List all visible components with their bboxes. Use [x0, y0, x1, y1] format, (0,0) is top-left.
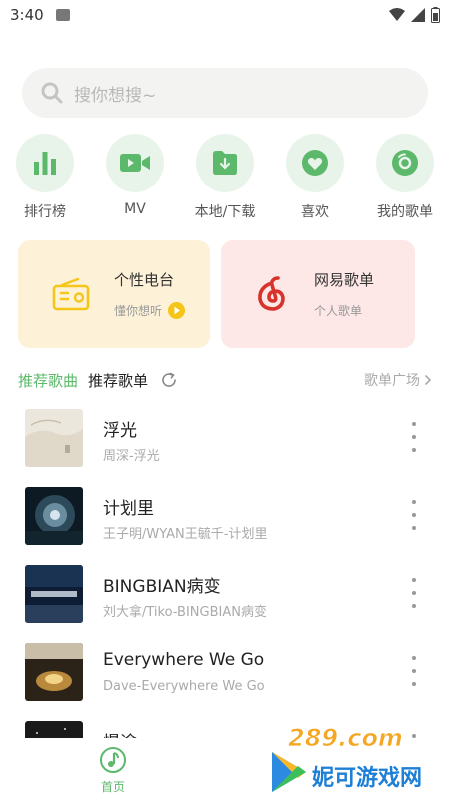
quick-action-mv[interactable]: MV: [95, 134, 175, 217]
song-title: BINGBIAN病变: [103, 577, 221, 597]
radio-card-subtitle: 懂你想听: [114, 302, 186, 319]
search-placeholder: 搜你想搜~: [74, 85, 157, 106]
search-bar[interactable]: 搜你想搜~: [22, 68, 428, 118]
quick-action-local[interactable]: 本地/下载: [185, 134, 265, 221]
tab-recommended-songs[interactable]: 推荐歌曲: [18, 370, 78, 391]
quick-action-label: 本地/下载: [194, 204, 256, 220]
playlist-card-subtitle: 个人歌单: [314, 304, 363, 318]
quick-action-charts[interactable]: 排行榜: [5, 134, 85, 221]
recommend-tabs: 推荐歌曲 推荐歌单 歌单广场: [18, 368, 432, 392]
status-bar: 3:40: [0, 0, 450, 30]
song-artist: Dave-Everywhere We Go: [103, 679, 265, 694]
chevron-right-icon: [424, 374, 432, 386]
refresh-icon: [162, 372, 176, 387]
more-options-icon[interactable]: [406, 500, 422, 530]
wifi-icon: [389, 8, 405, 21]
bar-chart-icon: [34, 152, 56, 175]
album-cover: [25, 409, 83, 467]
more-options-icon[interactable]: [406, 578, 422, 608]
quick-action-circle: [106, 134, 164, 192]
song-item[interactable]: 计划里 王子明/WYAN王毓千-计划里: [0, 480, 450, 558]
song-artist: 周深-浮光: [103, 449, 160, 464]
nav-home-label: 首页: [100, 780, 125, 794]
song-item[interactable]: 浮光 周深-浮光: [0, 402, 450, 480]
quick-action-label: 我的歌单: [377, 204, 433, 220]
music-note-icon: [100, 747, 126, 773]
personal-radio-card[interactable]: 个性电台 懂你想听: [18, 240, 210, 348]
radio-card-title: 个性电台: [114, 271, 175, 289]
song-title: 计划里: [103, 499, 154, 519]
album-cover: [25, 721, 83, 738]
song-list: 浮光 周深-浮光 计划里 王子明/WYAN王毓千-计划里 BINGBIAN病变 …: [0, 402, 450, 738]
song-title: 浮光: [103, 421, 137, 441]
song-artist: 王子明/WYAN王毓千-计划里: [103, 527, 268, 542]
heart-icon: [302, 150, 328, 176]
refresh-button[interactable]: [160, 371, 178, 389]
netease-playlist-card[interactable]: 网易歌单 个人歌单: [221, 240, 415, 348]
signal-icon: [411, 8, 425, 22]
status-icons: [389, 7, 440, 23]
search-icon: [41, 82, 63, 104]
song-item[interactable]: BINGBIAN病变 刘大拿/Tiko-BINGBIAN病变: [0, 558, 450, 636]
song-item[interactable]: Everywhere We Go Dave-Everywhere We Go: [0, 636, 450, 714]
battery-icon: [431, 7, 440, 23]
quick-action-label: MV: [124, 201, 146, 217]
radio-card-subtitle-text: 懂你想听: [114, 304, 163, 318]
quick-action-favorites[interactable]: 喜欢: [275, 134, 355, 221]
playlist-square-link[interactable]: 歌单广场: [364, 370, 432, 390]
radio-icon: [52, 277, 90, 311]
gallery-notification-icon: [55, 9, 70, 21]
quick-action-circle: [196, 134, 254, 192]
more-options-icon[interactable]: [406, 656, 422, 686]
song-title: Everywhere We Go: [103, 650, 265, 670]
quick-action-circle: [376, 134, 434, 192]
download-icon: [213, 151, 237, 175]
svg-text:289.com: 289.com: [288, 724, 403, 752]
status-time: 3:40: [10, 6, 44, 24]
tab-recommended-playlists[interactable]: 推荐歌单: [88, 370, 148, 391]
watermark: 289.com 妮可游戏网: [270, 722, 440, 792]
song-title: 慢途: [103, 728, 137, 738]
watermark-text: 妮可游戏网: [312, 766, 423, 791]
quick-action-label: 排行榜: [24, 204, 66, 220]
nav-home[interactable]: 首页: [92, 746, 134, 795]
quick-actions: 排行榜 MV 本地/下载 喜欢 我的歌单: [0, 134, 450, 224]
album-cover: [25, 565, 83, 623]
play-circle-icon[interactable]: [168, 302, 186, 319]
playlist-square-label: 歌单广场: [364, 373, 420, 389]
disc-icon: [392, 150, 418, 176]
playlist-card-text: 网易歌单 个人歌单: [314, 269, 374, 319]
quick-action-label: 喜欢: [301, 204, 329, 220]
more-options-icon[interactable]: [406, 422, 422, 452]
playlist-card-title: 网易歌单: [314, 271, 375, 289]
netease-icon: [258, 276, 285, 311]
video-icon: [120, 154, 150, 172]
album-cover: [25, 643, 83, 701]
quick-action-circle: [16, 134, 74, 192]
album-cover: [25, 487, 83, 545]
song-artist: 刘大拿/Tiko-BINGBIAN病变: [103, 605, 267, 620]
radio-card-text: 个性电台 懂你想听: [114, 269, 186, 319]
quick-action-circle: [286, 134, 344, 192]
quick-action-my-playlists[interactable]: 我的歌单: [365, 134, 445, 221]
